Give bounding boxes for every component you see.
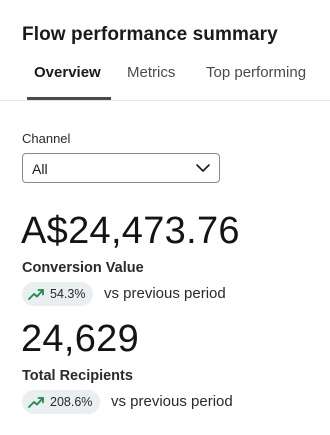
conversion-comparison-text: vs previous period — [104, 285, 226, 302]
recipients-comparison-text: vs previous period — [111, 393, 233, 410]
trend-up-icon — [28, 289, 44, 300]
conversion-value-label: Conversion Value — [22, 260, 144, 276]
conversion-change-value: 54.3% — [50, 287, 86, 301]
channel-select[interactable]: All — [22, 153, 220, 183]
tab-bar: Overview Metrics Top performing — [0, 56, 330, 101]
tab-top-performing[interactable]: Top performing — [206, 64, 306, 81]
active-tab-indicator — [27, 97, 111, 100]
page-title: Flow performance summary — [22, 24, 278, 45]
recipients-change-badge: 208.6% — [22, 390, 101, 414]
conversion-change-badge: 54.3% — [22, 282, 94, 306]
tab-metrics[interactable]: Metrics — [127, 64, 175, 81]
trend-up-icon — [28, 397, 44, 408]
chevron-down-icon — [196, 164, 210, 172]
tab-overview[interactable]: Overview — [34, 64, 101, 81]
total-recipients-label: Total Recipients — [22, 368, 133, 384]
total-recipients-count: 24,629 — [21, 318, 140, 360]
conversion-value-amount: A$24,473.76 — [21, 210, 240, 252]
recipients-change-value: 208.6% — [50, 395, 93, 409]
channel-select-value: All — [32, 161, 48, 177]
channel-label: Channel — [22, 131, 71, 146]
